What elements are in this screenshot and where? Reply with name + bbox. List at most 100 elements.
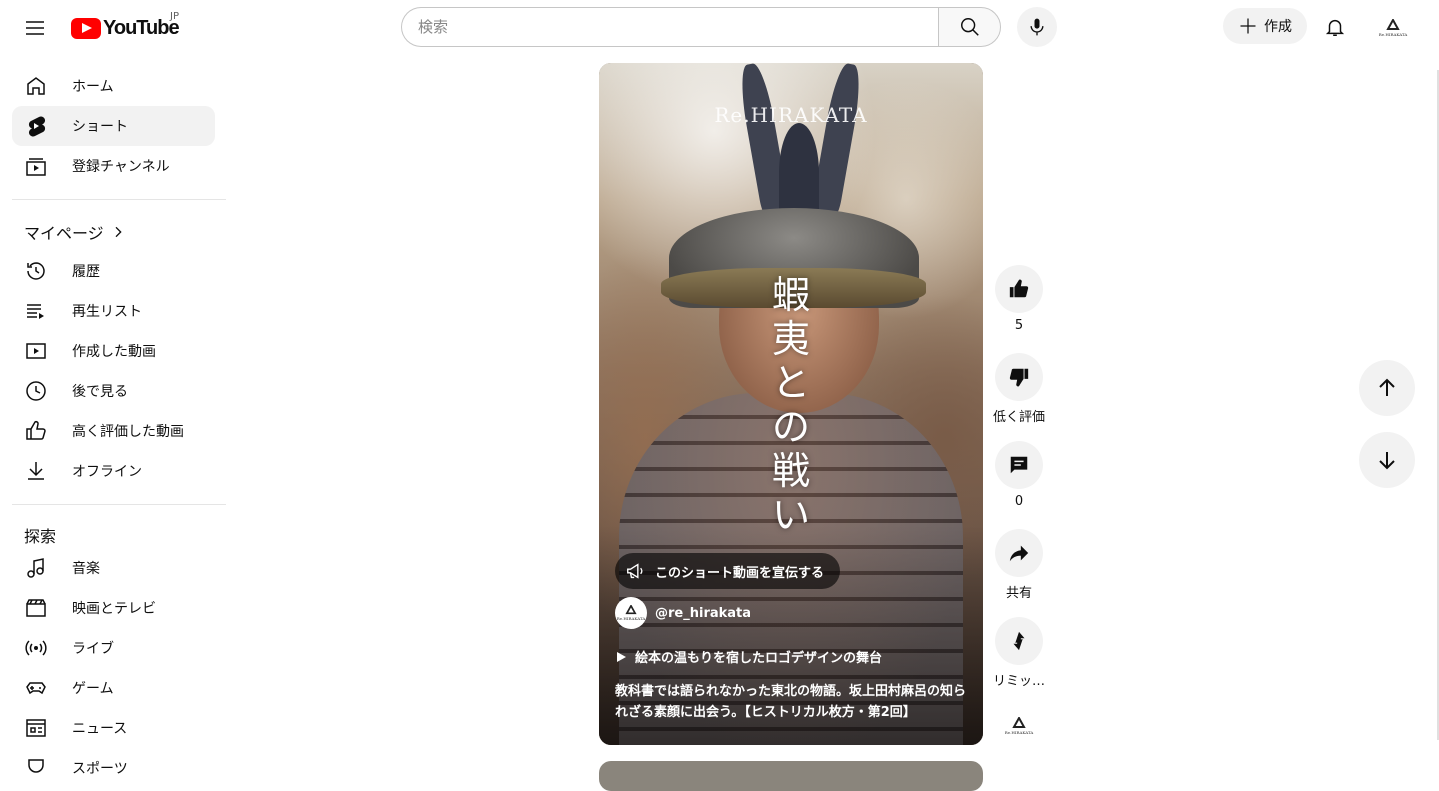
sidebar-item-label: ニュース xyxy=(72,721,128,737)
mic-icon xyxy=(1030,18,1044,36)
sidebar-item-label: ホーム xyxy=(72,79,114,95)
sidebar-item-offline[interactable]: オフライン xyxy=(12,451,215,491)
search-input[interactable] xyxy=(401,7,938,47)
top-bar: YouTube JP 作成 Re.HIRAKATA xyxy=(0,0,1439,56)
channel-avatar-text: Re.HIRAKATA xyxy=(616,616,646,621)
channel-row: Re.HIRAKATA @re_hirakata xyxy=(615,597,751,629)
arrow-up-icon xyxy=(1379,378,1395,396)
chevron-right-icon xyxy=(115,226,122,238)
sidebar-item-news[interactable]: ニュース xyxy=(12,708,215,748)
channel-avatar[interactable]: Re.HIRAKATA xyxy=(615,597,647,629)
sidebar-item-music[interactable]: 音楽 xyxy=(12,548,215,588)
sidebar-item-label: オフライン xyxy=(72,464,142,480)
dislike-button[interactable] xyxy=(995,353,1043,401)
sidebar-item-label: 音楽 xyxy=(72,561,100,577)
sidebar-item-your-videos[interactable]: 作成した動画 xyxy=(12,331,215,371)
channel-handle[interactable]: @re_hirakata xyxy=(655,606,751,621)
logo-text: YouTube xyxy=(103,16,180,39)
download-icon xyxy=(24,459,48,483)
remix-icon xyxy=(1013,631,1025,651)
sidebar-item-movies[interactable]: 映画とテレビ xyxy=(12,588,215,628)
channel-thumbnail[interactable]: Re.HIRAKATA xyxy=(1003,710,1035,742)
subscriptions-icon xyxy=(24,154,48,178)
sidebar-item-playlists[interactable]: 再生リスト xyxy=(12,291,215,331)
create-button[interactable]: 作成 xyxy=(1223,8,1307,44)
plus-icon xyxy=(1240,18,1256,34)
youtube-play-icon xyxy=(71,17,101,39)
recycle-logo-icon xyxy=(1386,19,1400,30)
video-watermark: Re.HIRAKATA xyxy=(714,103,868,127)
sidebar-item-watch-later[interactable]: 後で見る xyxy=(12,371,215,411)
search-button[interactable] xyxy=(938,7,1001,47)
sidebar-item-label: 後で見る xyxy=(72,384,128,400)
menu-icon[interactable] xyxy=(15,8,55,48)
share-button[interactable] xyxy=(995,529,1043,577)
like-button[interactable] xyxy=(995,265,1043,313)
remix-button[interactable] xyxy=(995,617,1043,665)
watch-later-icon xyxy=(24,379,48,403)
mypage-link[interactable]: マイページ xyxy=(24,220,126,244)
shorts-icon xyxy=(24,114,48,138)
comments-button[interactable] xyxy=(995,441,1043,489)
short-video-player[interactable]: Re.HIRAKATA 蝦夷との戦い このショート動画を宣伝する Re.HIRA… xyxy=(599,63,983,745)
news-icon xyxy=(24,716,48,740)
sidebar-item-subscriptions[interactable]: 登録チャンネル xyxy=(12,146,215,186)
video-title-overlay: 蝦夷との戦い xyxy=(771,273,810,537)
avatar-text: Re.HIRAKATA xyxy=(1378,32,1408,37)
sidebar-item-label: 作成した動画 xyxy=(72,344,156,360)
sidebar-item-label: 映画とテレビ xyxy=(72,601,156,617)
sidebar-item-shorts[interactable]: ショート xyxy=(12,106,215,146)
like-action: 5 xyxy=(988,265,1050,333)
search-icon xyxy=(960,18,979,36)
your-videos-icon xyxy=(24,339,48,363)
sidebar-item-label: スポーツ xyxy=(72,761,128,774)
sidebar-item-sports[interactable]: スポーツ xyxy=(12,748,215,774)
create-label: 作成 xyxy=(1264,19,1292,35)
share-action: 共有 xyxy=(988,529,1050,601)
voice-search-button[interactable] xyxy=(1017,7,1057,47)
dislike-label: 低く評価 xyxy=(992,410,1045,425)
sidebar-item-gaming[interactable]: ゲーム xyxy=(12,668,215,708)
region-badge: JP xyxy=(170,11,179,22)
gaming-icon xyxy=(24,676,48,700)
sidebar-item-history[interactable]: 履歴 xyxy=(12,251,215,291)
live-icon xyxy=(24,636,48,660)
arrow-down-icon xyxy=(1379,452,1395,470)
dislike-action: 低く評価 xyxy=(988,353,1050,425)
liked-icon xyxy=(24,419,48,443)
account-avatar[interactable]: Re.HIRAKATA xyxy=(1377,12,1409,44)
next-short-preview[interactable] xyxy=(599,761,983,791)
play-icon xyxy=(617,651,626,662)
next-short-button[interactable] xyxy=(1359,432,1415,488)
remix-action: リミッ… xyxy=(988,617,1050,689)
sidebar-item-label: 再生リスト xyxy=(72,304,142,320)
search-box xyxy=(401,7,1001,47)
sidebar-divider xyxy=(12,199,226,200)
related-video-link[interactable]: 絵本の温もりを宿したロゴデザインの舞台 xyxy=(615,647,882,666)
recycle-logo-icon xyxy=(625,605,637,615)
like-count: 5 xyxy=(1014,318,1024,333)
sidebar-item-label: 履歴 xyxy=(72,264,100,280)
share-label: 共有 xyxy=(1005,586,1032,601)
music-icon xyxy=(24,556,48,580)
sidebar-item-liked-videos[interactable]: 高く評価した動画 xyxy=(12,411,215,451)
thumbs-up-icon xyxy=(1009,279,1029,298)
playlist-icon xyxy=(24,299,48,323)
youtube-logo[interactable]: YouTube xyxy=(71,16,180,40)
sidebar-item-live[interactable]: ライブ xyxy=(12,628,215,668)
sidebar-item-label: ライブ xyxy=(72,641,114,657)
movies-icon xyxy=(24,596,48,620)
sidebar-item-home[interactable]: ホーム xyxy=(12,66,215,106)
history-icon xyxy=(24,259,48,283)
related-video-title: 絵本の温もりを宿したロゴデザインの舞台 xyxy=(635,651,883,666)
mypage-title: マイページ xyxy=(24,224,104,243)
sidebar-divider xyxy=(12,504,226,505)
short-description[interactable]: 教科書では語られなかった東北の物語。坂上田村麻呂の知られざる素顔に出会う。【ヒス… xyxy=(615,681,971,723)
promote-short-button[interactable]: このショート動画を宣伝する xyxy=(615,553,841,589)
notifications-button[interactable] xyxy=(1315,7,1355,47)
comment-icon xyxy=(1010,456,1028,474)
remix-label: リミッ… xyxy=(992,674,1045,689)
previous-short-button[interactable] xyxy=(1359,360,1415,416)
sidebar-item-label: 高く評価した動画 xyxy=(72,424,184,440)
thumbs-down-icon xyxy=(1009,368,1029,387)
